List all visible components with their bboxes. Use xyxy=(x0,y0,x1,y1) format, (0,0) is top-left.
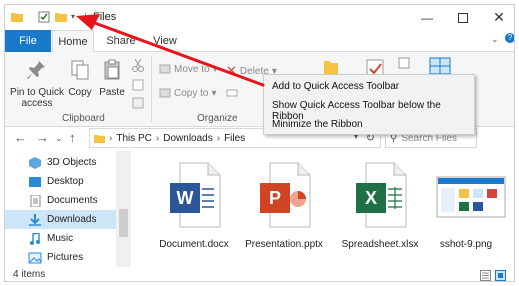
navigation-pane: 3D Objects Desktop Documents Downloads M… xyxy=(5,151,131,267)
delete-icon: ✕ xyxy=(226,63,237,78)
nav-item-downloads[interactable]: Downloads xyxy=(5,210,116,229)
svg-text:W: W xyxy=(177,188,194,208)
nav-item-music[interactable]: Music xyxy=(5,229,116,248)
paste-shortcut-icon[interactable] xyxy=(131,96,145,110)
breadcrumb-this-pc[interactable]: This PC xyxy=(116,133,152,144)
window-title: Files xyxy=(93,11,117,23)
folder-icon xyxy=(94,134,105,143)
quick-access-context-menu: Add to Quick Access Toolbar Show Quick A… xyxy=(263,74,475,135)
breadcrumb-files[interactable]: Files xyxy=(224,133,245,144)
title-separator xyxy=(85,13,86,23)
nav-label: Desktop xyxy=(47,176,84,187)
file-item-document[interactable]: W Document.docx xyxy=(149,161,239,250)
file-name: sshot-9.png xyxy=(439,239,493,250)
svg-text:P: P xyxy=(269,188,281,208)
status-bar: 4 items xyxy=(5,267,514,281)
copy-button[interactable]: Copy xyxy=(65,59,95,98)
select-all-icon[interactable] xyxy=(429,57,451,75)
close-button[interactable]: ✕ xyxy=(481,5,514,30)
item-count: 4 items xyxy=(13,269,46,280)
title-bar: ▾ Files — ✕ xyxy=(5,5,514,30)
menu-item-minimize-ribbon[interactable]: Minimize the Ribbon xyxy=(272,119,363,130)
open-icon[interactable] xyxy=(398,57,410,69)
svg-text:X: X xyxy=(365,188,377,208)
image-thumbnail xyxy=(436,176,505,218)
nav-label: 3D Objects xyxy=(47,157,97,168)
powerpoint-icon: P xyxy=(260,162,311,228)
nav-label: Documents xyxy=(47,195,98,206)
documents-icon xyxy=(30,194,41,207)
rename-icon xyxy=(226,89,238,97)
tab-share[interactable]: Share xyxy=(100,30,142,52)
ribbon-separator xyxy=(151,56,152,122)
scrollbar-thumb[interactable] xyxy=(119,209,128,237)
tab-file[interactable]: File xyxy=(5,30,51,52)
file-item-screenshot[interactable]: sshot-9.png xyxy=(421,161,511,250)
explorer-window: ▾ Files — ✕ File Home Share View ⌄ ? Pin… xyxy=(4,4,515,282)
pin-icon xyxy=(27,61,45,79)
nav-item-pictures[interactable]: Pictures xyxy=(5,248,116,267)
move-to-icon xyxy=(159,64,171,74)
menu-item-add-to-quick-access[interactable]: Add to Quick Access Toolbar xyxy=(272,81,399,92)
organize-group-label: Organize xyxy=(197,113,238,124)
move-to-label: Move to xyxy=(174,63,210,75)
copy-label: Copy xyxy=(68,87,92,98)
help-icon[interactable]: ? xyxy=(505,33,514,43)
up-arrow-icon[interactable]: ↑ xyxy=(69,130,76,145)
pictures-icon xyxy=(28,252,42,263)
breadcrumb-downloads[interactable]: Downloads xyxy=(163,133,212,144)
copy-to-icon xyxy=(159,88,171,98)
copy-to-button[interactable]: Copy to ▾ xyxy=(159,87,217,99)
folder-icon xyxy=(11,13,23,22)
forward-arrow-icon[interactable]: → xyxy=(36,130,49,145)
copy-to-label: Copy to xyxy=(174,87,209,99)
nav-item-documents[interactable]: Documents xyxy=(5,191,116,210)
file-item-spreadsheet[interactable]: X Spreadsheet.xlsx xyxy=(335,161,425,250)
minimize-button[interactable]: — xyxy=(409,5,445,30)
desktop-icon xyxy=(29,176,41,187)
nav-pane-scrollbar[interactable] xyxy=(116,151,131,267)
3d-objects-icon xyxy=(29,156,41,169)
nav-label: Downloads xyxy=(47,214,97,225)
expand-ribbon-icon[interactable]: ⌄ xyxy=(491,34,499,45)
maximize-button[interactable] xyxy=(445,5,481,30)
clipboard-group-label: Clipboard xyxy=(62,113,105,124)
copy-icon xyxy=(71,60,89,80)
rename-button[interactable] xyxy=(226,87,238,99)
paste-icon xyxy=(104,59,120,80)
file-item-presentation[interactable]: P Presentation.pptx xyxy=(239,161,329,250)
nav-label: Music xyxy=(47,233,74,244)
ribbon-tabs: File Home Share View ⌄ ? xyxy=(5,30,514,53)
cut-icon[interactable] xyxy=(131,58,145,72)
new-folder-icon[interactable] xyxy=(55,11,67,23)
music-icon xyxy=(30,232,40,245)
tab-view[interactable]: View xyxy=(145,30,185,52)
file-list: W Document.docx P Presentation.pptx X Sp… xyxy=(132,151,514,267)
recent-locations-icon[interactable]: ⌄ xyxy=(55,133,63,144)
move-to-button[interactable]: Move to ▾ xyxy=(159,63,218,75)
paste-button[interactable]: Paste xyxy=(97,59,127,98)
file-name: Spreadsheet.xlsx xyxy=(341,239,419,250)
downloads-icon xyxy=(29,213,41,226)
copy-path-icon[interactable] xyxy=(131,78,145,92)
back-arrow-icon[interactable]: ← xyxy=(14,130,27,145)
pin-label-line1: Pin to Quick xyxy=(10,87,64,98)
word-icon: W xyxy=(170,162,221,228)
nav-label: Pictures xyxy=(47,252,84,263)
nav-item-3d-objects[interactable]: 3D Objects xyxy=(5,153,116,172)
customize-toolbar-dropdown-icon[interactable]: ▾ xyxy=(71,12,75,21)
properties-icon[interactable] xyxy=(38,11,50,23)
pin-label-line2: access xyxy=(21,98,53,109)
tab-home[interactable]: Home xyxy=(52,30,94,53)
paste-label: Paste xyxy=(99,87,125,98)
file-name: Presentation.pptx xyxy=(245,239,323,250)
pin-to-quick-access-button[interactable]: Pin to Quick access xyxy=(9,59,65,109)
file-name: Document.docx xyxy=(159,239,229,250)
nav-item-desktop[interactable]: Desktop xyxy=(5,172,116,191)
excel-icon: X xyxy=(356,162,407,228)
details-view-icon[interactable] xyxy=(480,270,491,281)
large-icons-view-icon[interactable] xyxy=(495,270,506,281)
